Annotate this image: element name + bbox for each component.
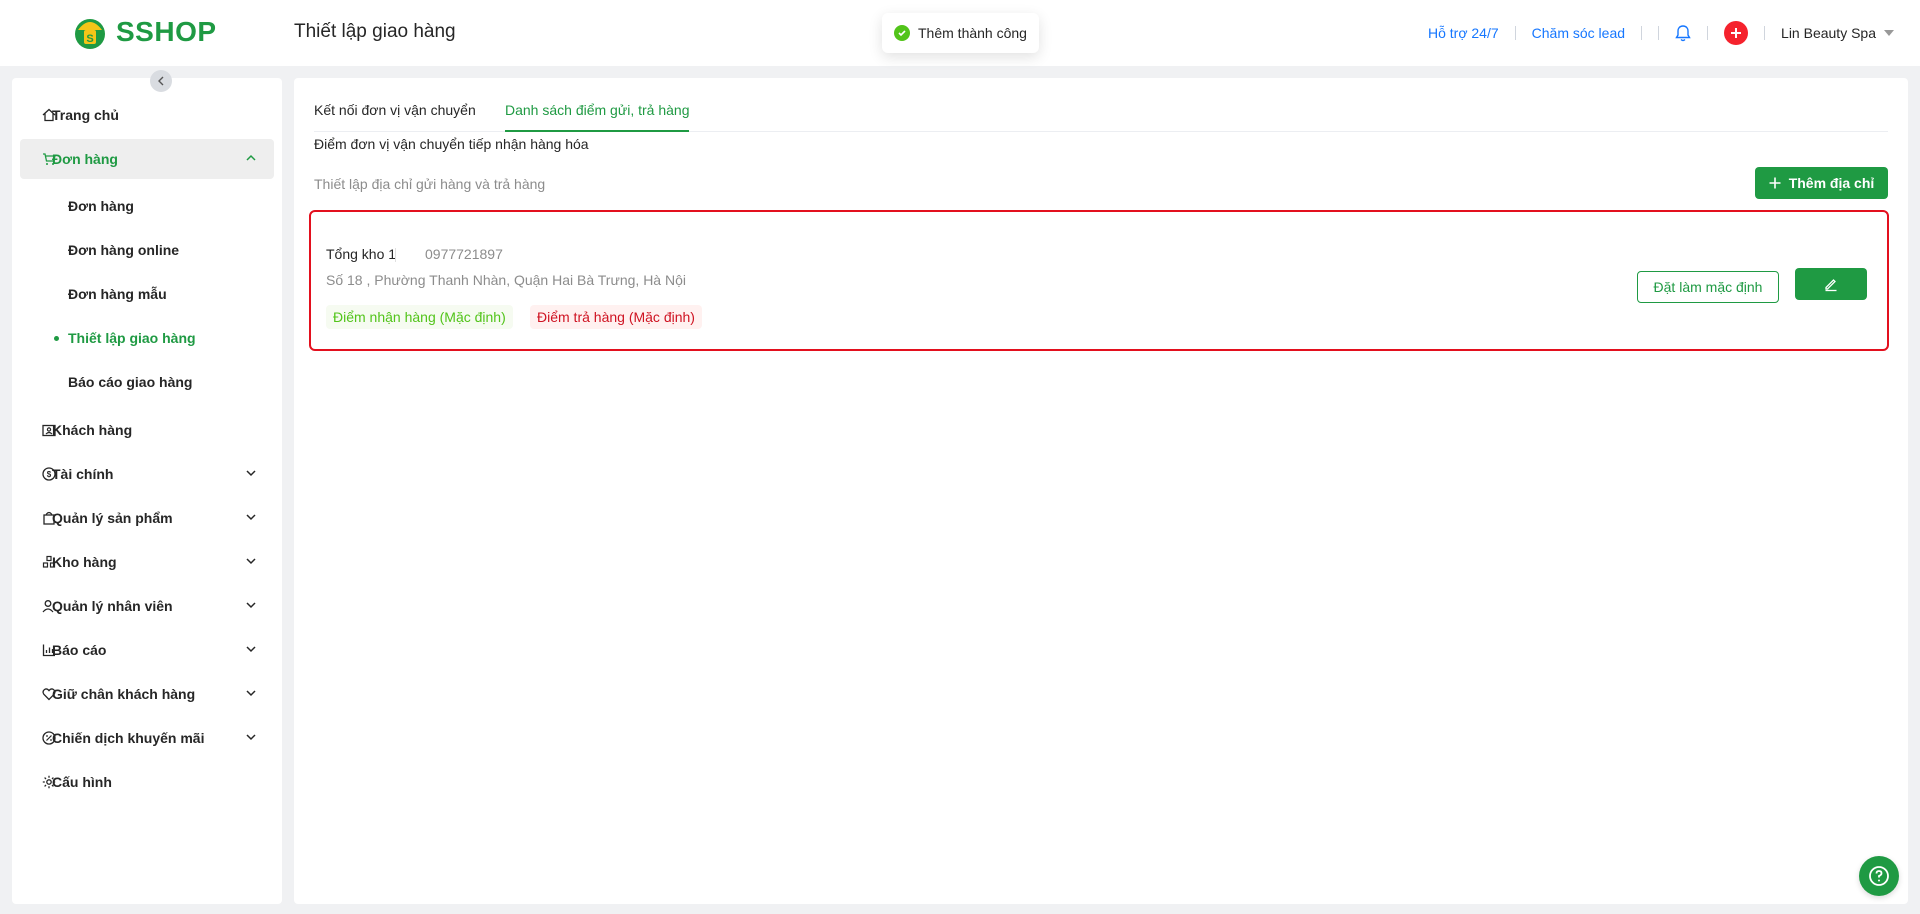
sidebar-item-orders[interactable]: Đơn hàng bbox=[20, 139, 274, 179]
main-content: Kết nối đơn vị vận chuyển Danh sách điểm… bbox=[294, 78, 1908, 904]
heart-icon bbox=[42, 688, 56, 701]
page-title: Thiết lập giao hàng bbox=[294, 21, 456, 42]
toast-message: Thêm thành công bbox=[918, 25, 1027, 41]
bar-chart-icon bbox=[42, 644, 55, 657]
divider bbox=[1707, 26, 1709, 40]
address-name: Tổng kho 1 bbox=[326, 246, 397, 262]
user-menu[interactable]: Lin Beauty Spa bbox=[1781, 25, 1894, 41]
sidebar-subitem-online-orders[interactable]: Đơn hàng online bbox=[20, 230, 274, 270]
logo[interactable]: S SSHOP bbox=[70, 12, 217, 52]
lead-care-link[interactable]: Chăm sóc lead bbox=[1532, 25, 1625, 41]
sidebar-item-reports[interactable]: Báo cáo bbox=[20, 630, 274, 670]
chevron-up-icon bbox=[246, 154, 256, 161]
cart-icon bbox=[43, 153, 56, 165]
sidebar-item-promotions[interactable]: Chiến dịch khuyến mãi bbox=[20, 718, 274, 758]
plus-icon bbox=[1769, 177, 1781, 189]
sidebar-item-warehouse[interactable]: Kho hàng bbox=[20, 542, 274, 582]
sidebar-item-label: Đơn hàng bbox=[52, 151, 118, 167]
user-icon bbox=[42, 600, 54, 613]
home-icon bbox=[42, 108, 56, 122]
sidebar-item-label: Thiết lập giao hàng bbox=[68, 330, 196, 346]
sidebar-item-staff[interactable]: Quản lý nhân viên bbox=[20, 586, 274, 626]
collapse-sidebar-button[interactable] bbox=[150, 70, 172, 92]
chevron-down-icon bbox=[246, 558, 256, 565]
add-address-label: Thêm địa chỉ bbox=[1788, 175, 1875, 191]
sidebar-subitem-shipping-report[interactable]: Báo cáo giao hàng bbox=[20, 362, 274, 402]
sidebar-item-label: Quản lý sản phẩm bbox=[52, 510, 173, 526]
divider bbox=[1764, 26, 1766, 40]
chevron-down-icon bbox=[246, 602, 256, 609]
sidebar-item-label: Đơn hàng mẫu bbox=[68, 286, 167, 302]
user-name: Lin Beauty Spa bbox=[1781, 25, 1876, 41]
sidebar-item-label: Giữ chân khách hàng bbox=[52, 686, 196, 702]
discount-icon bbox=[42, 731, 56, 745]
section-subtitle: Thiết lập địa chỉ gửi hàng và trả hàng bbox=[314, 176, 546, 192]
sidebar-item-label: Chiến dịch khuyến mãi bbox=[52, 730, 205, 746]
sidebar-item-finance[interactable]: $ Tài chính bbox=[20, 454, 274, 494]
svg-text:S: S bbox=[86, 33, 93, 45]
sidebar-subitem-orders[interactable]: Đơn hàng bbox=[20, 186, 274, 226]
sidebar-subitem-shipping-setup[interactable]: Thiết lập giao hàng bbox=[20, 318, 274, 358]
svg-text:$: $ bbox=[47, 470, 52, 479]
return-default-tag: Điểm trả hàng (Mặc định) bbox=[530, 305, 702, 329]
sidebar-item-label: Tài chính bbox=[52, 466, 114, 482]
header-actions: Hỗ trợ 24/7 Chăm sóc lead Lin Beauty Spa bbox=[1428, 0, 1894, 66]
section-title: Điểm đơn vị vận chuyển tiếp nhận hàng hó… bbox=[314, 136, 589, 152]
check-circle-icon bbox=[894, 25, 910, 41]
warehouse-icon bbox=[42, 555, 56, 568]
logo-icon: S bbox=[70, 12, 110, 52]
set-default-button[interactable]: Đặt làm mặc định bbox=[1637, 271, 1779, 303]
sidebar-item-customers[interactable]: Khách hàng bbox=[20, 410, 274, 450]
tab-pickup-return-list[interactable]: Danh sách điểm gửi, trả hàng bbox=[505, 102, 690, 132]
sidebar-item-label: Báo cáo bbox=[52, 642, 107, 658]
gear-icon bbox=[42, 775, 56, 789]
sidebar-item-retention[interactable]: Giữ chân khách hàng bbox=[20, 674, 274, 714]
caret-down-icon bbox=[1884, 30, 1894, 36]
help-button[interactable] bbox=[1859, 856, 1899, 896]
divider bbox=[1514, 26, 1516, 40]
chevron-down-icon bbox=[246, 470, 256, 477]
divider bbox=[1658, 26, 1660, 40]
sidebar: Trang chủ Đơn hàng Đơn hàng Đơn hàng onl… bbox=[12, 70, 282, 904]
bell-icon[interactable] bbox=[1675, 24, 1691, 42]
address-phone: 0977721897 bbox=[425, 246, 503, 262]
shopping-bag-icon bbox=[43, 511, 55, 525]
contact-card-icon bbox=[42, 424, 56, 437]
sidebar-item-label: Khách hàng bbox=[52, 422, 133, 438]
chevron-down-icon bbox=[246, 690, 256, 697]
chevron-down-icon bbox=[246, 646, 256, 653]
divider bbox=[1641, 26, 1643, 40]
pickup-default-tag: Điểm nhận hàng (Mặc định) bbox=[326, 305, 513, 329]
sidebar-item-label: Cấu hình bbox=[52, 774, 112, 790]
sidebar-item-label: Đơn hàng bbox=[68, 198, 134, 214]
sidebar-subitem-template-orders[interactable]: Đơn hàng mẫu bbox=[20, 274, 274, 314]
support-link[interactable]: Hỗ trợ 24/7 bbox=[1428, 25, 1499, 41]
sidebar-item-label: Trang chủ bbox=[52, 107, 119, 123]
tab-bar: Kết nối đơn vị vận chuyển Danh sách điểm… bbox=[314, 78, 1888, 132]
sidebar-item-products[interactable]: Quản lý sản phẩm bbox=[20, 498, 274, 538]
chevron-down-icon bbox=[246, 734, 256, 741]
sidebar-item-label: Báo cáo giao hàng bbox=[68, 374, 193, 390]
chevron-left-icon bbox=[158, 76, 164, 86]
active-dot bbox=[54, 336, 59, 341]
question-circle-icon bbox=[1869, 866, 1889, 886]
success-toast: Thêm thành công bbox=[882, 13, 1039, 53]
tab-carrier-connection[interactable]: Kết nối đơn vị vận chuyển bbox=[314, 102, 476, 132]
sidebar-item-label: Quản lý nhân viên bbox=[52, 598, 173, 614]
add-circle-icon[interactable] bbox=[1724, 21, 1749, 45]
divider bbox=[395, 248, 396, 262]
sidebar-item-label: Đơn hàng online bbox=[68, 242, 180, 258]
dollar-circle-icon: $ bbox=[42, 467, 56, 481]
sidebar-item-home[interactable]: Trang chủ bbox=[20, 95, 274, 135]
address-card[interactable]: Tổng kho 1 0977721897 Số 18 , Phường Tha… bbox=[309, 210, 1889, 351]
edit-address-button[interactable] bbox=[1795, 268, 1867, 300]
address-line: Số 18 , Phường Thanh Nhàn, Quận Hai Bà T… bbox=[326, 272, 686, 288]
top-header: S SSHOP Thiết lập giao hàng Thêm thành c… bbox=[0, 0, 1920, 66]
chevron-down-icon bbox=[246, 514, 256, 521]
sidebar-item-label: Kho hàng bbox=[52, 554, 117, 570]
pencil-icon bbox=[1825, 279, 1837, 292]
add-address-button[interactable]: Thêm địa chỉ bbox=[1755, 167, 1888, 199]
logo-text: SSHOP bbox=[116, 16, 217, 47]
sidebar-item-config[interactable]: Cấu hình bbox=[20, 762, 274, 802]
